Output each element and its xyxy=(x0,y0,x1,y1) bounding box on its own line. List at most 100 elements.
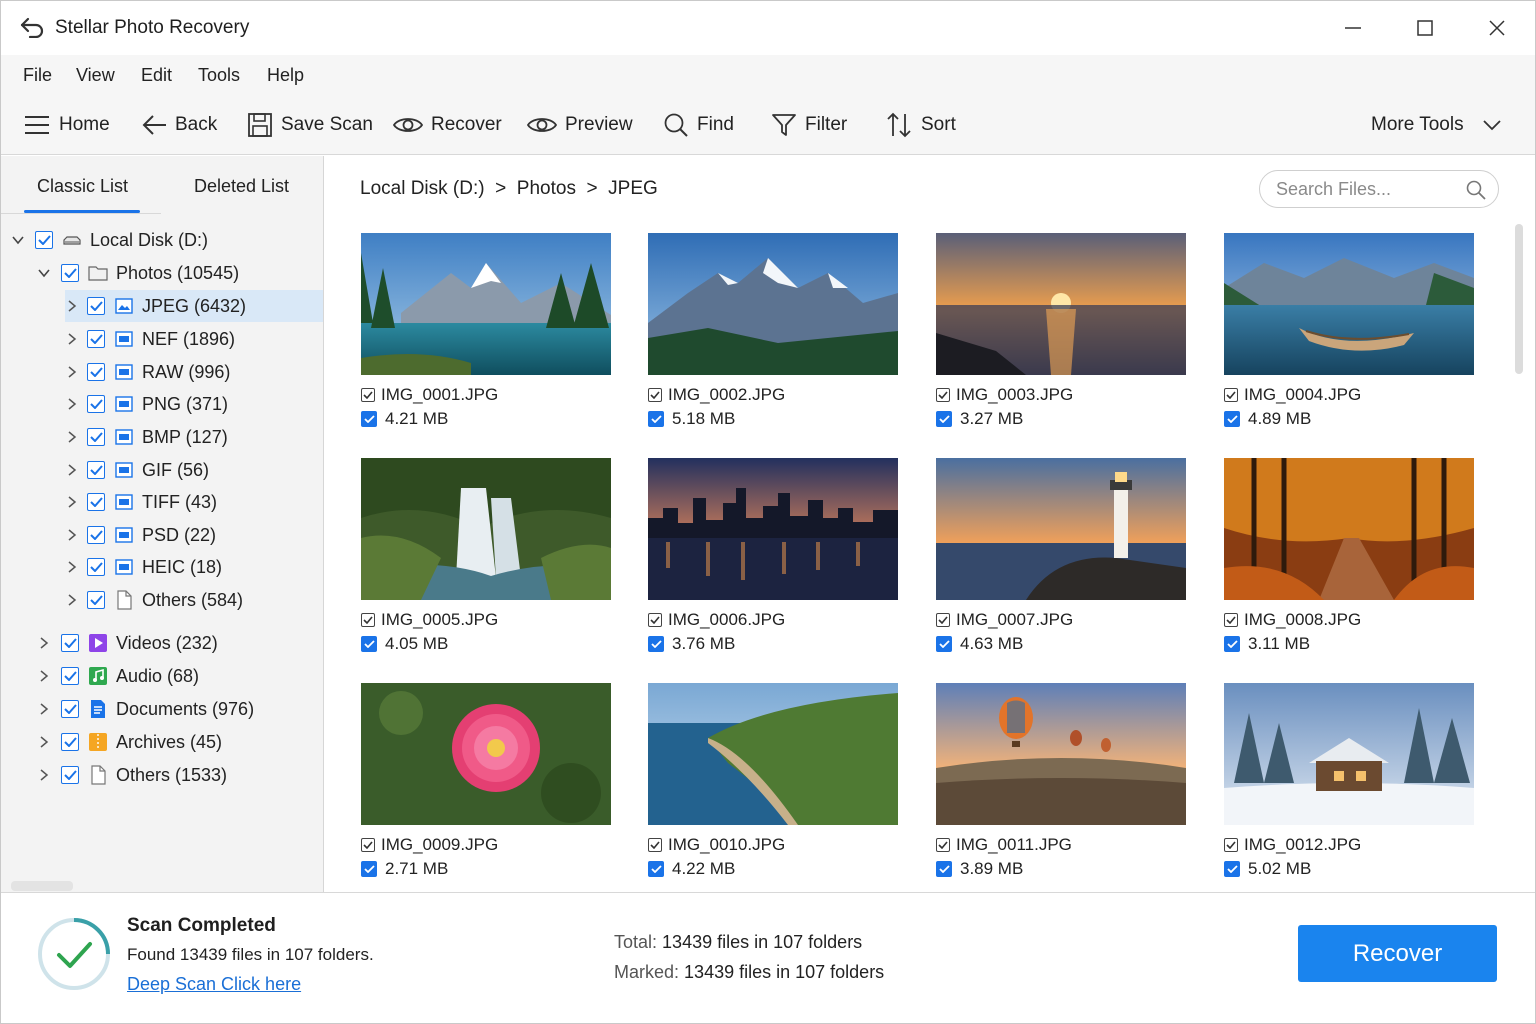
photo-thumbnail[interactable] xyxy=(936,233,1186,375)
chevron-right-icon[interactable] xyxy=(37,768,51,782)
tree-item-archives[interactable]: Archives (45) xyxy=(37,726,323,758)
chevron-right-icon[interactable] xyxy=(65,397,79,411)
menu-edit[interactable]: Edit xyxy=(141,65,172,86)
photo-thumbnail[interactable] xyxy=(936,458,1186,600)
file-checkbox[interactable] xyxy=(936,838,950,852)
file-card[interactable]: IMG_0012.JPG 5.02 MB xyxy=(1224,683,1474,883)
checkbox[interactable] xyxy=(87,493,105,511)
file-card[interactable]: IMG_0007.JPG 4.63 MB xyxy=(936,458,1186,658)
checkbox[interactable] xyxy=(87,363,105,381)
file-card[interactable]: IMG_0006.JPG 3.76 MB xyxy=(648,458,898,658)
size-checkbox[interactable] xyxy=(648,861,664,877)
file-card[interactable]: IMG_0005.JPG 4.05 MB xyxy=(361,458,611,658)
size-checkbox[interactable] xyxy=(936,411,952,427)
checkbox[interactable] xyxy=(87,591,105,609)
checkbox[interactable] xyxy=(87,330,105,348)
photo-thumbnail[interactable] xyxy=(361,233,611,375)
checkbox[interactable] xyxy=(61,667,79,685)
file-checkbox[interactable] xyxy=(1224,838,1238,852)
chevron-right-icon[interactable] xyxy=(65,365,79,379)
deep-scan-link[interactable]: Deep Scan Click here xyxy=(127,974,301,995)
size-checkbox[interactable] xyxy=(1224,861,1240,877)
file-checkbox[interactable] xyxy=(936,388,950,402)
tree-item-heic[interactable]: HEIC (18) xyxy=(65,551,323,583)
file-checkbox[interactable] xyxy=(648,388,662,402)
chevron-right-icon[interactable] xyxy=(65,430,79,444)
chevron-right-icon[interactable] xyxy=(65,593,79,607)
tree-item-png[interactable]: PNG (371) xyxy=(65,388,323,420)
photo-thumbnail[interactable] xyxy=(648,683,898,825)
size-checkbox[interactable] xyxy=(1224,636,1240,652)
chevron-down-icon[interactable] xyxy=(11,233,25,247)
chevron-right-icon[interactable] xyxy=(65,560,79,574)
tab-classic-list[interactable]: Classic List xyxy=(37,176,128,197)
close-button[interactable] xyxy=(1469,9,1525,47)
chevron-right-icon[interactable] xyxy=(65,299,79,313)
recover-tool-button[interactable]: Recover xyxy=(393,109,502,141)
minimize-button[interactable] xyxy=(1325,9,1381,47)
maximize-button[interactable] xyxy=(1397,9,1453,47)
search-input[interactable] xyxy=(1276,179,1466,200)
home-button[interactable]: Home xyxy=(23,109,110,141)
photo-thumbnail[interactable] xyxy=(361,458,611,600)
file-checkbox[interactable] xyxy=(1224,388,1238,402)
checkbox[interactable] xyxy=(87,558,105,576)
tree-item-documents[interactable]: Documents (976) xyxy=(37,693,323,725)
file-card[interactable]: IMG_0011.JPG 3.89 MB xyxy=(936,683,1186,883)
checkbox[interactable] xyxy=(87,395,105,413)
tree-item-videos[interactable]: Videos (232) xyxy=(37,627,323,659)
checkbox[interactable] xyxy=(61,733,79,751)
chevron-right-icon[interactable] xyxy=(65,495,79,509)
photo-thumbnail[interactable] xyxy=(361,683,611,825)
checkbox[interactable] xyxy=(61,700,79,718)
file-card[interactable]: IMG_0008.JPG 3.11 MB xyxy=(1224,458,1474,658)
photo-thumbnail[interactable] xyxy=(648,458,898,600)
size-checkbox[interactable] xyxy=(936,636,952,652)
filter-button[interactable]: Filter xyxy=(771,109,847,141)
tree-item-raw[interactable]: RAW (996) xyxy=(65,356,323,388)
photo-thumbnail[interactable] xyxy=(1224,233,1474,375)
checkbox[interactable] xyxy=(87,297,105,315)
size-checkbox[interactable] xyxy=(648,636,664,652)
tree-item-psd[interactable]: PSD (22) xyxy=(65,519,323,551)
chevron-down-icon[interactable] xyxy=(37,266,51,280)
file-card[interactable]: IMG_0010.JPG 4.22 MB xyxy=(648,683,898,883)
file-card[interactable]: IMG_0009.JPG 2.71 MB xyxy=(361,683,611,883)
content-scrollbar[interactable] xyxy=(1515,224,1523,374)
checkbox[interactable] xyxy=(87,428,105,446)
file-card[interactable]: IMG_0003.JPG 3.27 MB xyxy=(936,233,1186,433)
tab-deleted-list[interactable]: Deleted List xyxy=(194,176,289,197)
tree-item-jpeg[interactable]: JPEG (6432) xyxy=(65,290,323,322)
tree-item-photo-others[interactable]: Others (584) xyxy=(65,584,323,616)
preview-button[interactable]: Preview xyxy=(527,109,633,141)
tree-item-gif[interactable]: GIF (56) xyxy=(65,454,323,486)
checkbox[interactable] xyxy=(61,264,79,282)
chevron-right-icon[interactable] xyxy=(37,702,51,716)
checkbox[interactable] xyxy=(61,766,79,784)
recover-button[interactable]: Recover xyxy=(1298,925,1497,982)
menu-tools[interactable]: Tools xyxy=(198,65,240,86)
photo-thumbnail[interactable] xyxy=(936,683,1186,825)
photo-thumbnail[interactable] xyxy=(648,233,898,375)
checkbox[interactable] xyxy=(87,461,105,479)
checkbox[interactable] xyxy=(35,231,53,249)
tree-item-others[interactable]: Others (1533) xyxy=(37,759,323,791)
tree-item-nef[interactable]: NEF (1896) xyxy=(65,323,323,355)
tree-item-tiff[interactable]: TIFF (43) xyxy=(65,486,323,518)
chevron-right-icon[interactable] xyxy=(65,463,79,477)
file-checkbox[interactable] xyxy=(361,838,375,852)
tree-item-audio[interactable]: Audio (68) xyxy=(37,660,323,692)
file-checkbox[interactable] xyxy=(1224,613,1238,627)
file-checkbox[interactable] xyxy=(936,613,950,627)
search-box[interactable] xyxy=(1259,170,1499,208)
find-button[interactable]: Find xyxy=(663,109,734,141)
back-button[interactable]: Back xyxy=(141,109,217,141)
file-checkbox[interactable] xyxy=(648,838,662,852)
checkbox[interactable] xyxy=(61,634,79,652)
chevron-right-icon[interactable] xyxy=(65,528,79,542)
menu-file[interactable]: File xyxy=(23,65,52,86)
chevron-right-icon[interactable] xyxy=(37,669,51,683)
chevron-right-icon[interactable] xyxy=(37,636,51,650)
file-card[interactable]: IMG_0001.JPG 4.21 MB xyxy=(361,233,611,433)
sidebar-scrollbar[interactable] xyxy=(11,881,73,891)
